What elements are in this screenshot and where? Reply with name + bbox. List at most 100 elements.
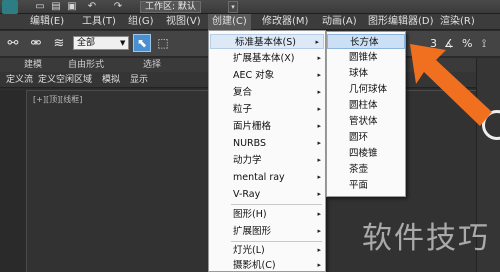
submenu-arrow-icon: ▸ bbox=[317, 105, 321, 113]
submenu-item-torus[interactable]: 圆环 bbox=[327, 130, 405, 145]
create-menu-item-extended-shapes[interactable]: 扩展图形 ▸ bbox=[209, 224, 325, 239]
simulate-button[interactable]: 模拟 bbox=[102, 72, 120, 88]
submenu-arrow-icon: ▸ bbox=[317, 156, 321, 164]
workspace-arrow-icon[interactable]: ▾ bbox=[228, 1, 238, 13]
menu-item-label: 图形(H) bbox=[233, 209, 267, 220]
submenu-arrow-icon: ▸ bbox=[317, 122, 321, 130]
submenu-item-label: 球体 bbox=[349, 68, 369, 79]
save-icon[interactable]: ▣ bbox=[66, 1, 78, 13]
submenu-item-label: 长方体 bbox=[350, 37, 379, 48]
menu-item-label: 粒子 bbox=[233, 104, 253, 115]
create-menu-item-patch-grids[interactable]: 面片栅格 ▸ bbox=[209, 119, 325, 134]
viewport-left-strip bbox=[0, 90, 26, 272]
ribbon-tab-selection[interactable]: 选择 bbox=[143, 58, 161, 72]
selection-filter-arrow-icon[interactable]: ▼ bbox=[120, 37, 128, 49]
define-idle-areas-button[interactable]: 定义空闲区域 bbox=[38, 72, 92, 88]
menu-item-label: 灯光(L) bbox=[233, 245, 265, 256]
link-icon[interactable]: ⚯ bbox=[4, 35, 22, 53]
create-menu-item-aec-objects[interactable]: AEC 对象 ▸ bbox=[209, 68, 325, 83]
menu-item-label: 扩展图形 bbox=[233, 226, 272, 237]
submenu-item-pyramid[interactable]: 四棱锥 bbox=[327, 146, 405, 161]
standard-primitives-submenu: 长方体 圆锥体 球体 几何球体 圆柱体 管状体 圆环 四棱锥 茶壶 平面 bbox=[326, 31, 406, 197]
submenu-item-label: 四棱锥 bbox=[349, 148, 378, 159]
menu-separator bbox=[231, 204, 322, 205]
submenu-item-label: 茶壶 bbox=[349, 164, 369, 175]
create-menu-item-nurbs[interactable]: NURBS ▸ bbox=[209, 136, 325, 151]
workspace-dropdown[interactable]: 工作区: 默认 bbox=[140, 1, 201, 13]
submenu-item-label: 圆环 bbox=[349, 132, 369, 143]
submenu-item-sphere[interactable]: 球体 bbox=[327, 66, 405, 81]
submenu-arrow-icon: ▸ bbox=[317, 227, 321, 235]
create-menu-item-dynamics[interactable]: 动力学 ▸ bbox=[209, 153, 325, 168]
submenu-arrow-icon: ▸ bbox=[317, 71, 321, 79]
submenu-item-label: 管状体 bbox=[349, 116, 378, 127]
annotation-arrow-shape bbox=[410, 44, 492, 126]
ribbon-tab-freeform[interactable]: 自由形式 bbox=[68, 58, 104, 72]
create-menu-item-cameras[interactable]: 摄影机(C) ▸ bbox=[209, 258, 325, 272]
create-menu-item-compound[interactable]: 复合 ▸ bbox=[209, 85, 325, 100]
menu-item-label: mental ray bbox=[233, 172, 285, 183]
menu-item-label: 面片栅格 bbox=[233, 121, 272, 132]
menu-item-label: 动力学 bbox=[233, 155, 262, 166]
create-menu-item-shapes[interactable]: 图形(H) ▸ bbox=[209, 207, 325, 222]
submenu-item-cone[interactable]: 圆锥体 bbox=[327, 50, 405, 65]
submenu-item-box[interactable]: 长方体 bbox=[327, 34, 405, 49]
create-menu-item-lights[interactable]: 灯光(L) ▸ bbox=[209, 243, 325, 258]
watermark-text: 软件技巧 bbox=[362, 221, 490, 256]
selection-filter-value: 全部 bbox=[77, 38, 96, 48]
menu-item-label: 扩展基本体(X) bbox=[233, 53, 295, 64]
undo-icon[interactable]: ↶ bbox=[86, 1, 98, 13]
create-menu-dropdown: 标准基本体(S) ▸ 扩展基本体(X) ▸ AEC 对象 ▸ 复合 ▸ 粒子 ▸ 面片栅格… bbox=[208, 30, 326, 272]
submenu-arrow-icon: ▸ bbox=[317, 246, 321, 254]
select-object-button[interactable]: ⬉ bbox=[133, 34, 151, 52]
menu-item-label: NURBS bbox=[233, 138, 267, 149]
unlink-icon[interactable]: ⚮ bbox=[27, 35, 45, 53]
submenu-arrow-icon: ▸ bbox=[317, 210, 321, 218]
menu-item-label: 标准基本体(S) bbox=[235, 37, 296, 48]
submenu-item-tube[interactable]: 管状体 bbox=[327, 114, 405, 129]
workspace-label: 工作区: 默认 bbox=[145, 2, 196, 12]
menu-group[interactable]: 组(G) bbox=[128, 14, 154, 30]
menu-item-label: 摄影机(C) bbox=[233, 260, 276, 271]
menu-modifiers[interactable]: 修改器(M) bbox=[262, 14, 308, 30]
menu-item-label: 复合 bbox=[233, 87, 253, 98]
menu-create[interactable]: 创建(C) bbox=[208, 14, 251, 30]
submenu-item-plane[interactable]: 平面 bbox=[327, 178, 405, 193]
app-logo-icon[interactable] bbox=[2, 0, 18, 14]
menu-view[interactable]: 视图(V) bbox=[166, 14, 201, 30]
submenu-arrow-icon: ▸ bbox=[317, 190, 321, 198]
menu-item-label: AEC 对象 bbox=[233, 70, 275, 81]
create-menu-item-standard-primitives[interactable]: 标准基本体(S) ▸ bbox=[210, 34, 324, 49]
create-menu-item-mental-ray[interactable]: mental ray ▸ bbox=[209, 170, 325, 185]
submenu-item-cylinder[interactable]: 圆柱体 bbox=[327, 98, 405, 113]
submenu-item-label: 几何球体 bbox=[349, 84, 388, 95]
viewport-label[interactable]: [+][顶][线框] bbox=[33, 94, 82, 105]
submenu-arrow-icon: ▸ bbox=[317, 139, 321, 147]
submenu-arrow-icon: ▸ bbox=[317, 173, 321, 181]
create-menu-item-vray[interactable]: V-Ray ▸ bbox=[209, 187, 325, 202]
submenu-item-label: 圆锥体 bbox=[349, 52, 378, 63]
ribbon-tab-modeling[interactable]: 建模 bbox=[24, 58, 42, 72]
menu-rendering[interactable]: 渲染(R) bbox=[440, 14, 475, 30]
menu-item-label: V-Ray bbox=[233, 189, 261, 200]
menu-animation[interactable]: 动画(A) bbox=[322, 14, 357, 30]
bind-space-warp-icon[interactable]: ≋ bbox=[50, 35, 68, 53]
redo-icon[interactable]: ↷ bbox=[112, 1, 124, 13]
display-button[interactable]: 显示 bbox=[130, 72, 148, 88]
menu-separator bbox=[231, 241, 322, 242]
submenu-item-geosphere[interactable]: 几何球体 bbox=[327, 82, 405, 97]
create-menu-item-extended-primitives[interactable]: 扩展基本体(X) ▸ bbox=[209, 51, 325, 66]
new-file-icon[interactable]: ▭ bbox=[34, 1, 46, 13]
submenu-item-teapot[interactable]: 茶壶 bbox=[327, 162, 405, 177]
submenu-arrow-icon: ▸ bbox=[317, 54, 321, 62]
menu-edit[interactable]: 编辑(E) bbox=[30, 14, 64, 30]
open-file-icon[interactable]: ▤ bbox=[50, 1, 62, 13]
define-flows-button[interactable]: 定义流 bbox=[6, 72, 33, 88]
create-menu-item-particles[interactable]: 粒子 ▸ bbox=[209, 102, 325, 117]
menu-graph-editors[interactable]: 图形编辑器(D) bbox=[368, 14, 434, 30]
submenu-arrow-icon: ▸ bbox=[315, 38, 319, 46]
submenu-item-label: 圆柱体 bbox=[349, 100, 378, 111]
submenu-arrow-icon: ▸ bbox=[317, 261, 321, 269]
menu-tools[interactable]: 工具(T) bbox=[82, 14, 116, 30]
selection-region-icon[interactable]: ⬚ bbox=[155, 35, 171, 51]
